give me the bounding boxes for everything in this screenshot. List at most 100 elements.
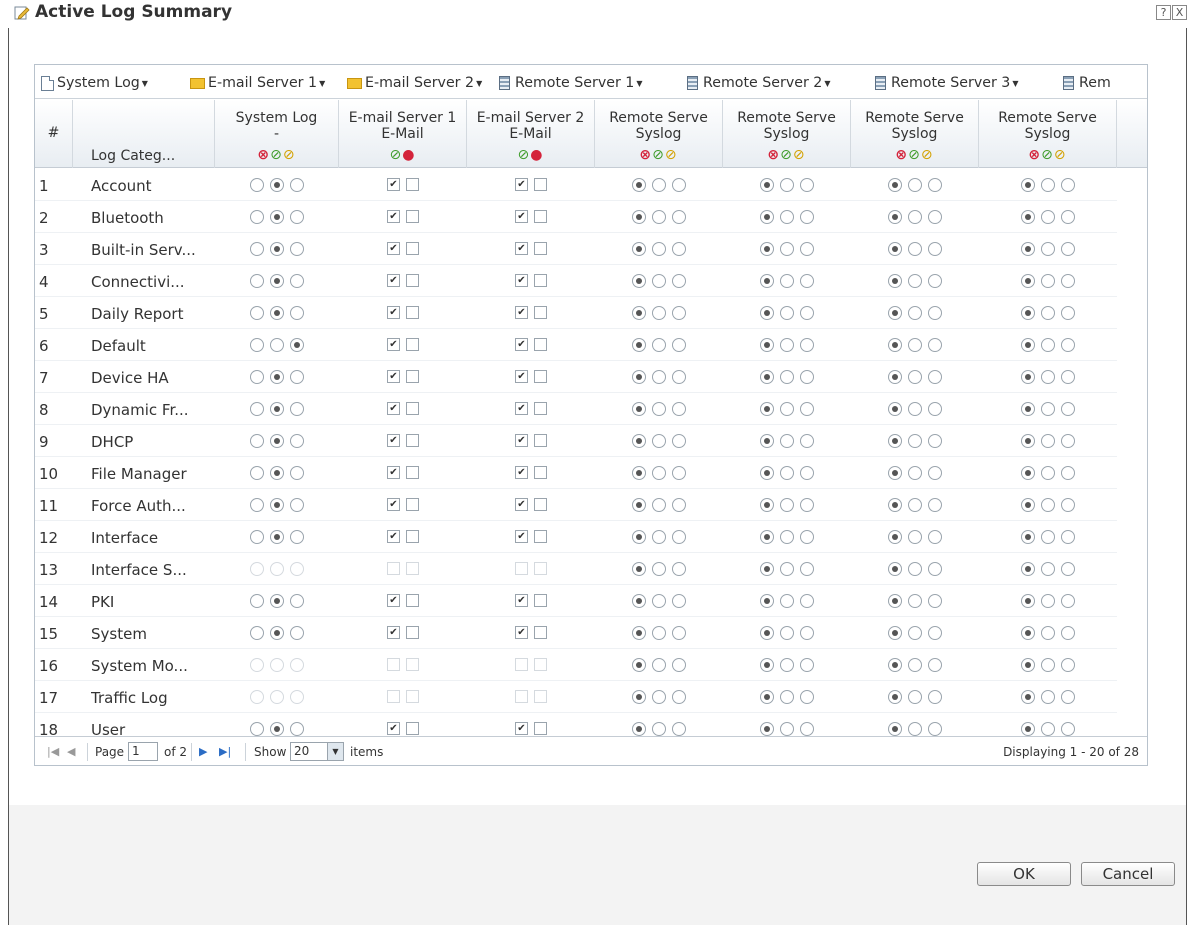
normal-radio[interactable] bbox=[270, 401, 284, 416]
column-header-remote-server-3[interactable]: Remote Serve Syslog ⊗⊘⊘ bbox=[851, 100, 979, 168]
disable-radio[interactable] bbox=[888, 721, 902, 736]
debug-radio[interactable] bbox=[290, 529, 304, 544]
debug-radio[interactable] bbox=[1061, 721, 1075, 736]
email-alert-checkbox[interactable] bbox=[534, 306, 547, 319]
disable-radio[interactable] bbox=[1021, 689, 1035, 704]
normal-radio[interactable] bbox=[780, 625, 794, 640]
normal-radio[interactable] bbox=[908, 657, 922, 672]
debug-radio[interactable] bbox=[800, 209, 814, 224]
debug-radio[interactable] bbox=[928, 497, 942, 512]
dropdown-arrow-icon[interactable]: ▼ bbox=[1012, 79, 1018, 88]
debug-radio[interactable] bbox=[1061, 337, 1075, 352]
debug-radio[interactable] bbox=[672, 465, 686, 480]
disable-radio[interactable] bbox=[760, 529, 774, 544]
email-alert-checkbox[interactable] bbox=[534, 498, 547, 511]
normal-radio[interactable] bbox=[780, 241, 794, 256]
normal-radio[interactable] bbox=[270, 177, 284, 192]
normal-radio[interactable] bbox=[652, 657, 666, 672]
enable-debug-all-icon[interactable]: ⊘ bbox=[793, 147, 806, 163]
disable-radio[interactable] bbox=[632, 465, 646, 480]
chevron-down-icon[interactable]: ▼ bbox=[327, 743, 343, 760]
normal-radio[interactable] bbox=[908, 593, 922, 608]
normal-radio[interactable] bbox=[1041, 209, 1055, 224]
disable-radio[interactable] bbox=[1021, 529, 1035, 544]
disable-radio[interactable] bbox=[1021, 273, 1035, 288]
debug-radio[interactable] bbox=[1061, 305, 1075, 320]
toolbar-item-1[interactable]: System Log ▼ bbox=[41, 73, 148, 93]
email-alert-checkbox[interactable] bbox=[534, 338, 547, 351]
normal-radio[interactable] bbox=[908, 497, 922, 512]
normal-radio[interactable] bbox=[652, 209, 666, 224]
debug-radio[interactable] bbox=[800, 241, 814, 256]
debug-radio[interactable] bbox=[672, 305, 686, 320]
normal-radio[interactable] bbox=[908, 241, 922, 256]
enable-normal-all-icon[interactable]: ⊘ bbox=[270, 147, 283, 163]
email-enable-checkbox[interactable]: ✔ bbox=[515, 626, 528, 639]
debug-radio[interactable] bbox=[928, 625, 942, 640]
next-page-icon[interactable]: ▶ bbox=[199, 745, 207, 758]
debug-radio[interactable] bbox=[800, 561, 814, 576]
disable-radio[interactable] bbox=[250, 465, 264, 480]
normal-radio[interactable] bbox=[780, 337, 794, 352]
disable-radio[interactable] bbox=[1021, 497, 1035, 512]
email-enable-checkbox[interactable]: ✔ bbox=[387, 722, 400, 735]
debug-radio[interactable] bbox=[290, 593, 304, 608]
normal-radio[interactable] bbox=[652, 593, 666, 608]
normal-radio[interactable] bbox=[908, 561, 922, 576]
debug-radio[interactable] bbox=[928, 273, 942, 288]
email-alert-checkbox[interactable] bbox=[534, 242, 547, 255]
enable-all-icon[interactable]: ⊘ bbox=[518, 147, 531, 163]
normal-radio[interactable] bbox=[652, 433, 666, 448]
enable-debug-all-icon[interactable]: ⊘ bbox=[665, 147, 678, 163]
page-number-input[interactable]: 1 bbox=[128, 742, 158, 761]
disable-radio[interactable] bbox=[632, 689, 646, 704]
disable-radio[interactable] bbox=[760, 465, 774, 480]
disable-radio[interactable] bbox=[632, 497, 646, 512]
disable-radio[interactable] bbox=[632, 177, 646, 192]
column-header-number[interactable]: # bbox=[35, 100, 73, 168]
normal-radio[interactable] bbox=[908, 433, 922, 448]
email-enable-checkbox[interactable]: ✔ bbox=[515, 370, 528, 383]
normal-radio[interactable] bbox=[908, 369, 922, 384]
debug-radio[interactable] bbox=[290, 305, 304, 320]
disable-radio[interactable] bbox=[1021, 657, 1035, 672]
disable-radio[interactable] bbox=[1021, 209, 1035, 224]
disable-radio[interactable] bbox=[1021, 305, 1035, 320]
normal-radio[interactable] bbox=[1041, 529, 1055, 544]
normal-radio[interactable] bbox=[270, 305, 284, 320]
debug-radio[interactable] bbox=[928, 209, 942, 224]
disable-radio[interactable] bbox=[1021, 465, 1035, 480]
normal-radio[interactable] bbox=[908, 465, 922, 480]
disable-radio[interactable] bbox=[1021, 369, 1035, 384]
debug-radio[interactable] bbox=[672, 721, 686, 736]
normal-radio[interactable] bbox=[1041, 465, 1055, 480]
email-alert-checkbox[interactable] bbox=[406, 370, 419, 383]
normal-radio[interactable] bbox=[908, 337, 922, 352]
cancel-button[interactable]: Cancel bbox=[1081, 862, 1175, 886]
debug-radio[interactable] bbox=[290, 433, 304, 448]
normal-radio[interactable] bbox=[780, 273, 794, 288]
debug-radio[interactable] bbox=[1061, 433, 1075, 448]
disable-radio[interactable] bbox=[250, 721, 264, 736]
disable-radio[interactable] bbox=[632, 305, 646, 320]
disable-radio[interactable] bbox=[1021, 337, 1035, 352]
disable-radio[interactable] bbox=[760, 241, 774, 256]
email-enable-checkbox[interactable]: ✔ bbox=[387, 498, 400, 511]
debug-radio[interactable] bbox=[928, 593, 942, 608]
column-header-remote-server-1[interactable]: Remote Serve Syslog ⊗⊘⊘ bbox=[595, 100, 723, 168]
disable-radio[interactable] bbox=[1021, 593, 1035, 608]
normal-radio[interactable] bbox=[652, 241, 666, 256]
debug-radio[interactable] bbox=[1061, 529, 1075, 544]
disable-radio[interactable] bbox=[632, 241, 646, 256]
disable-radio[interactable] bbox=[1021, 721, 1035, 736]
dropdown-arrow-icon[interactable]: ▼ bbox=[824, 79, 830, 88]
disable-radio[interactable] bbox=[632, 433, 646, 448]
debug-radio[interactable] bbox=[1061, 177, 1075, 192]
close-button[interactable]: X bbox=[1172, 5, 1187, 20]
help-button[interactable]: ? bbox=[1156, 5, 1171, 20]
debug-radio[interactable] bbox=[672, 625, 686, 640]
debug-radio[interactable] bbox=[800, 401, 814, 416]
debug-radio[interactable] bbox=[672, 241, 686, 256]
debug-radio[interactable] bbox=[1061, 401, 1075, 416]
debug-radio[interactable] bbox=[290, 465, 304, 480]
